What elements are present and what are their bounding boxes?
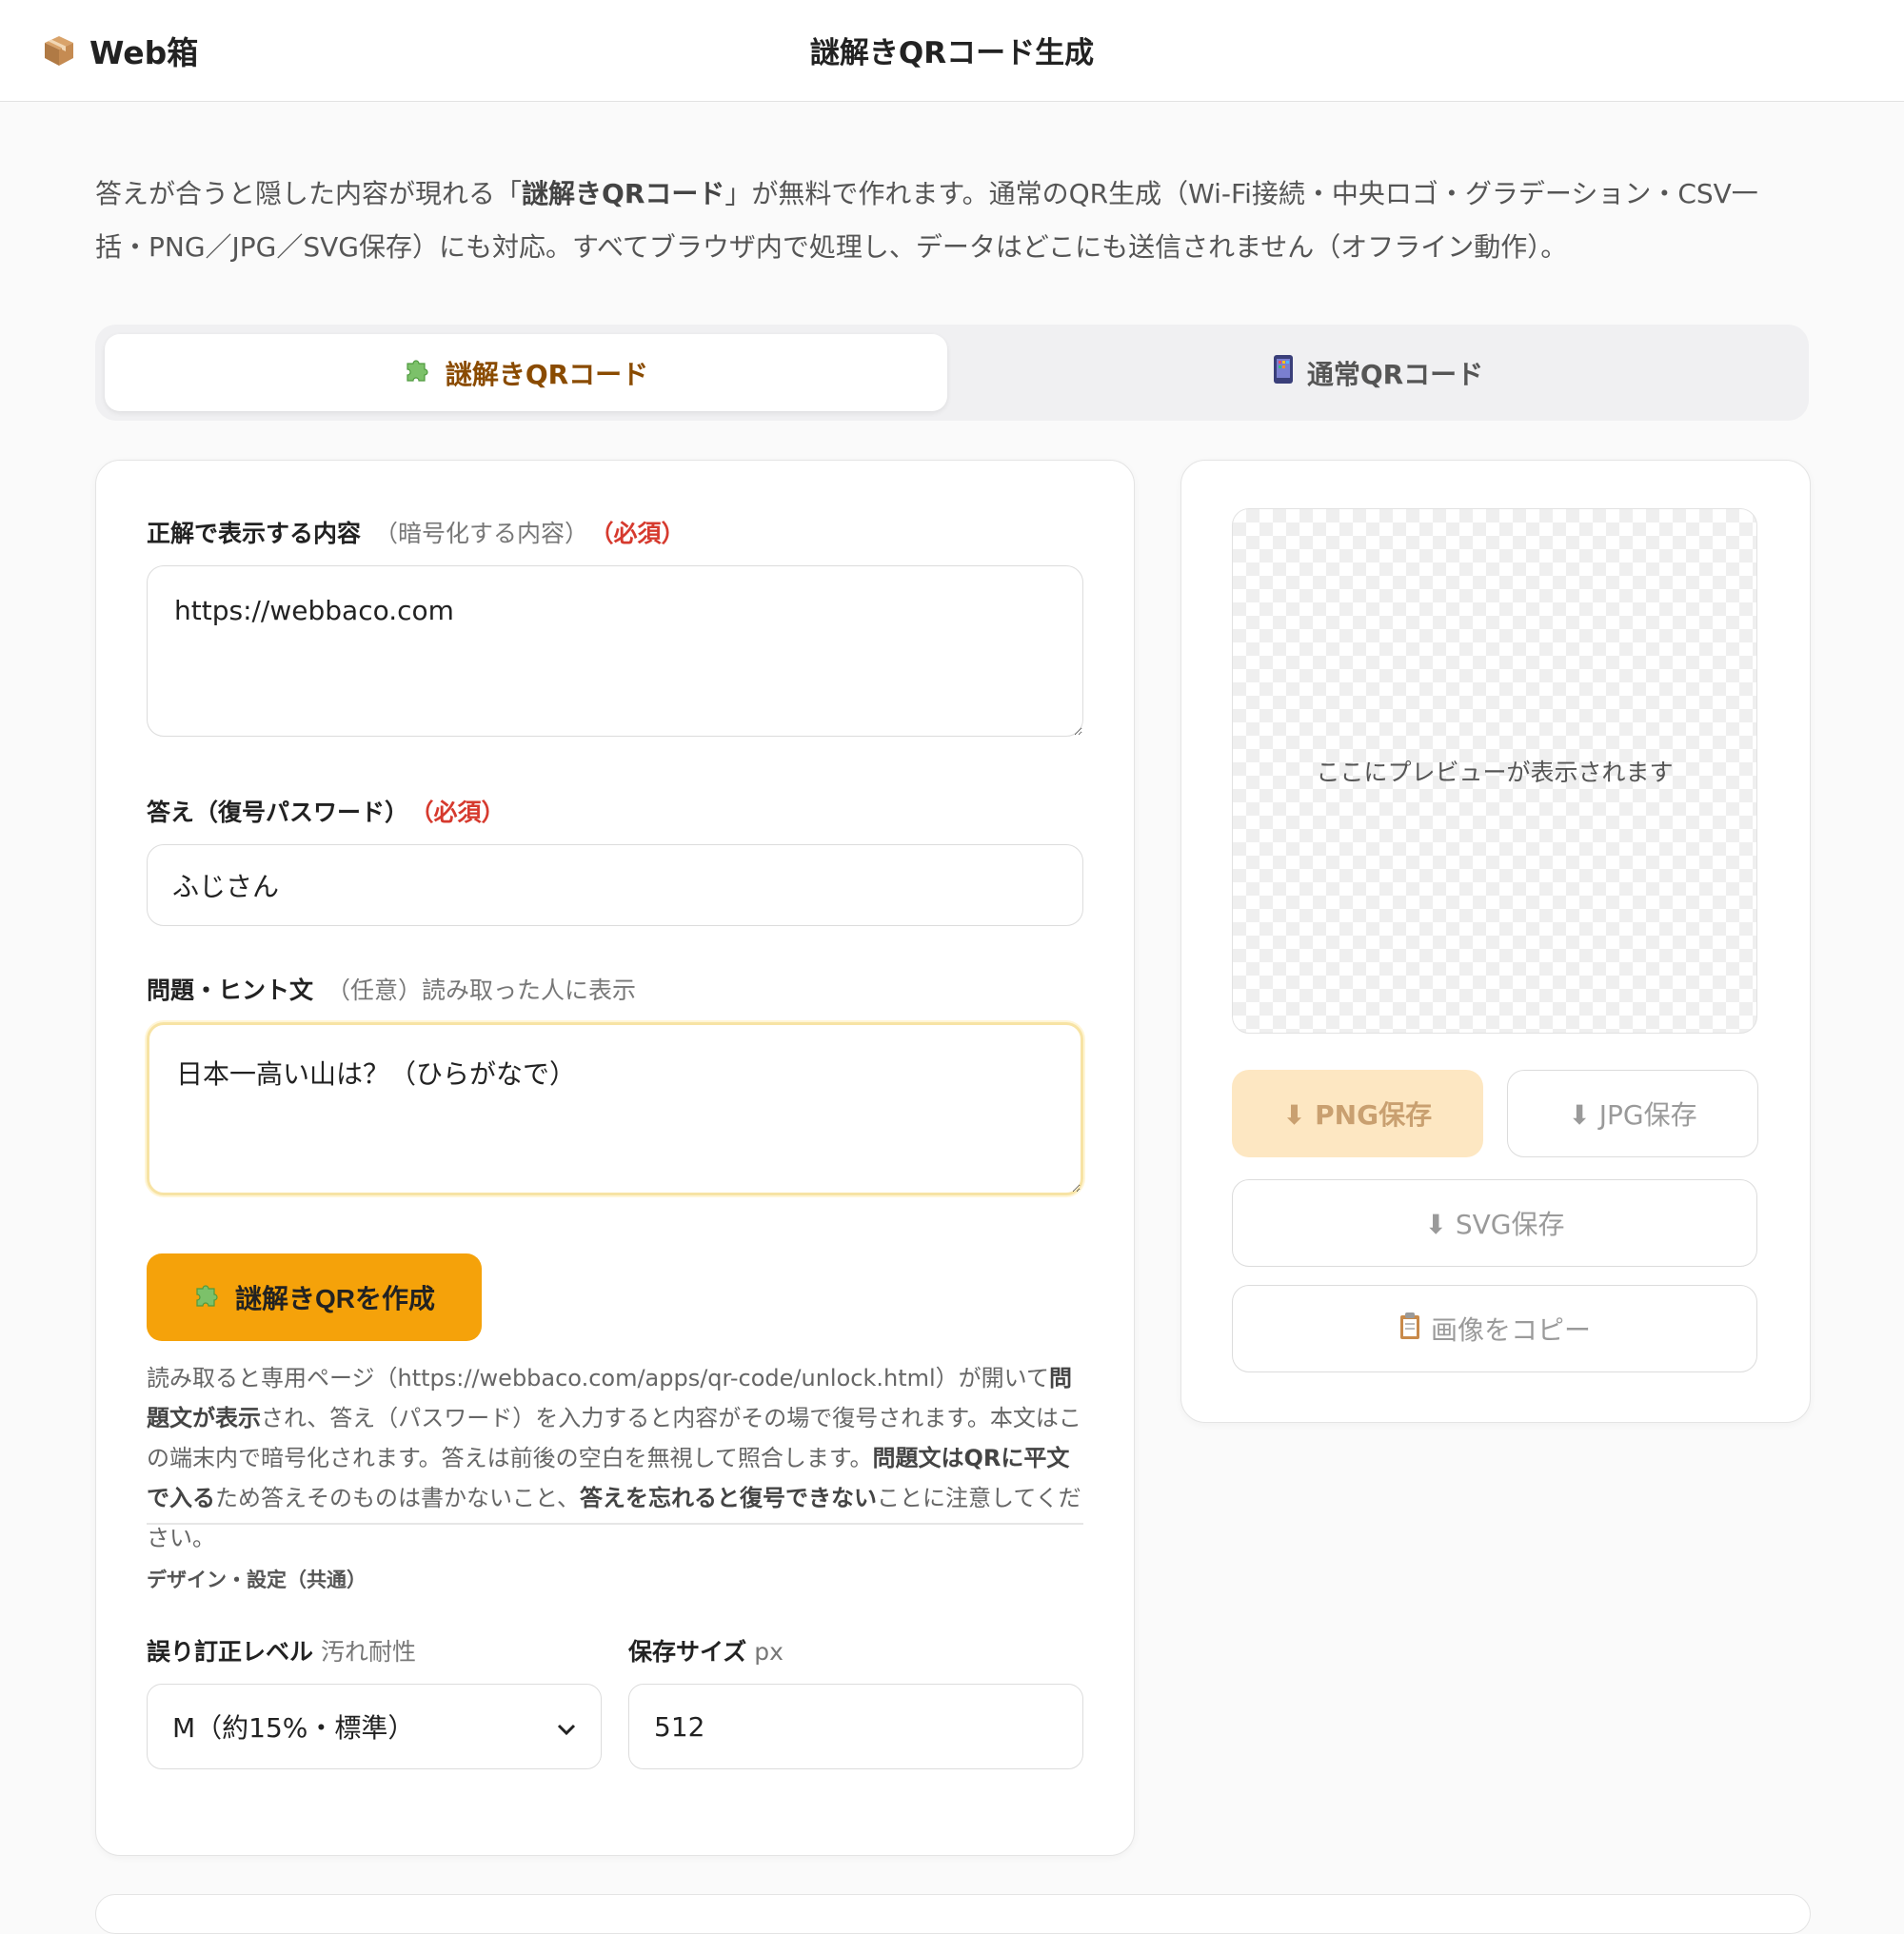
hint-label: 問題・ヒント文 （任意）読み取った人に表示 [147,977,637,1004]
size-label: 保存サイズ px [628,1638,783,1666]
puzzle-piece-icon [404,355,432,390]
preview-placeholder: ここにプレビューが表示されます [1316,759,1674,786]
puzzle-piece-icon [193,1280,222,1315]
mobile-phone-icon [1273,354,1294,391]
save-jpg-button[interactable]: ⬇ JPG保存 [1507,1070,1758,1157]
divider [147,1523,1083,1525]
chevron-down-icon [557,1711,576,1743]
preview-card: ここにプレビューが表示されます ⬇ PNG保存 ⬇ JPG保存 ⬇ SVG保存 … [1180,460,1811,1423]
content-label: 正解で表示する内容 （暗号化する内容） （必須） [147,520,685,547]
hint-textarea[interactable]: 日本一高い山は？（ひらがなで） [147,1022,1083,1195]
page-title: 謎解きQRコード生成 [809,36,1095,70]
ecc-label: 誤り訂正レベル 汚れ耐性 [147,1638,417,1666]
usage-note: 読み取ると専用ページ（https://webbaco.com/apps/qr-c… [147,1365,1081,1551]
answer-input[interactable]: ふじさん [147,844,1083,926]
next-section-card [95,1894,1811,1934]
copy-image-button[interactable]: 画像をコピー [1232,1285,1757,1372]
puzzle-form-card: 正解で表示する内容 （暗号化する内容） （必須） https://webbaco.c… [95,460,1135,1856]
answer-label: 答え（復号パスワード） （必須） [147,799,506,826]
design-section-title: デザイン・設定（共通） [147,1569,367,1591]
ecc-level-select[interactable]: M（約15%・標準） [147,1684,602,1769]
size-input[interactable]: 512 [628,1684,1083,1769]
qr-preview-area: ここにプレビューが表示されます [1232,508,1757,1034]
save-png-button[interactable]: ⬇ PNG保存 [1232,1070,1483,1157]
top-bar: Web箱 謎解きQRコード生成 [0,0,1904,102]
tab-puzzle-qr[interactable]: 謎解きQRコード [105,334,947,411]
create-puzzle-qr-button[interactable]: 謎解きQRを作成 [147,1253,482,1341]
content-textarea[interactable]: https://webbaco.com [147,565,1083,737]
clipboard-icon [1398,1312,1421,1347]
mode-tabs: 謎解きQRコード 通常QRコード [95,325,1809,421]
intro-text: 答えが合うと隠した内容が現れる「謎解きQRコード」が無料で作れます。通常のQR生… [95,178,1758,263]
save-svg-button[interactable]: ⬇ SVG保存 [1232,1179,1757,1267]
tab-normal-qr[interactable]: 通常QRコード [957,334,1799,411]
